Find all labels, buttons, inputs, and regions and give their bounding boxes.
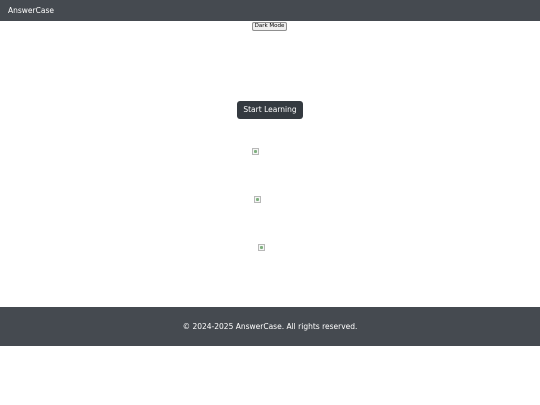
footer: © 2024-2025 AnswerCase. All rights reser… <box>0 307 540 346</box>
broken-image-icon <box>254 196 261 203</box>
copyright-text: © 2024-2025 AnswerCase. All rights reser… <box>182 322 358 331</box>
broken-image-icon <box>252 148 259 155</box>
start-learning-button[interactable]: Start Learning <box>237 101 303 119</box>
page: AnswerCase Dark Mode Start Learning © 20… <box>0 0 540 405</box>
top-nav-bar: AnswerCase <box>0 0 540 21</box>
broken-image-icon <box>258 244 265 251</box>
brand-name[interactable]: AnswerCase <box>8 6 54 15</box>
dark-mode-button[interactable]: Dark Mode <box>252 22 287 31</box>
